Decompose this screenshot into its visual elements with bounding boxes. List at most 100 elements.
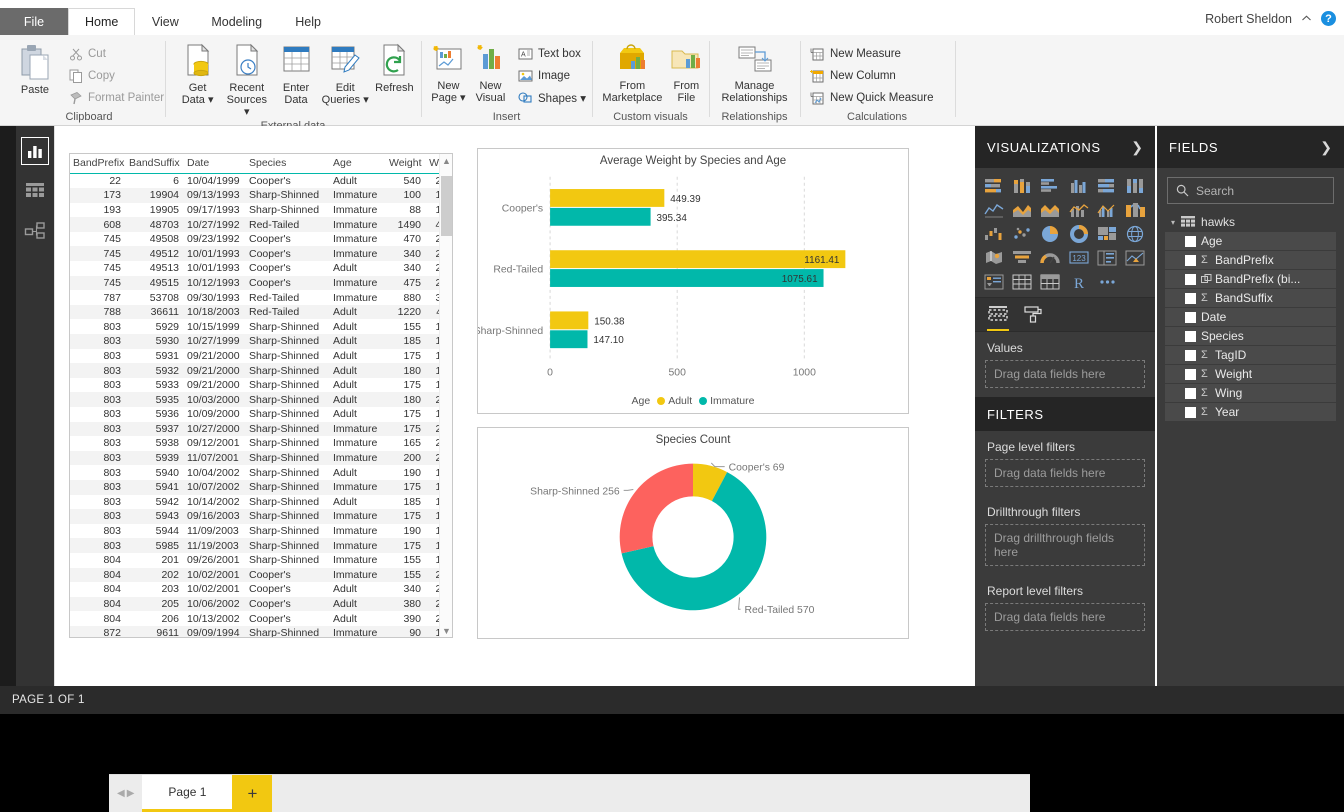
field-checkbox[interactable] — [1185, 312, 1196, 323]
kpi-icon[interactable] — [1123, 247, 1149, 269]
table-col-header[interactable]: Weight — [386, 154, 426, 174]
manage-relationships-button[interactable]: Manage Relationships — [714, 40, 796, 104]
table-row[interactable]: 872961109/09/1994Sharp-ShinnedImmature90… — [70, 626, 453, 638]
scroll-up-arrow[interactable]: ▲ — [440, 154, 453, 167]
new-column-button[interactable]: New Column — [807, 65, 937, 87]
table-col-header[interactable]: BandPrefix — [70, 154, 126, 174]
table-row[interactable]: 7454951210/01/1993Cooper'sImmature340252 — [70, 246, 453, 261]
field-item-year[interactable]: ΣYear — [1165, 403, 1336, 421]
table-row[interactable]: 803594411/09/2003Sharp-ShinnedImmature19… — [70, 524, 453, 539]
help-icon[interactable]: ? — [1321, 11, 1336, 26]
new-quick-measure-button[interactable]: New Quick Measure — [807, 87, 937, 109]
field-checkbox[interactable] — [1185, 350, 1196, 361]
card-icon[interactable]: 123 — [1066, 247, 1092, 269]
table-row[interactable]: 1731990409/13/1993Sharp-ShinnedImmature1… — [70, 188, 453, 203]
chevron-right-icon[interactable]: ❯ — [1320, 139, 1332, 156]
field-item-tagid[interactable]: ΣTagID — [1165, 346, 1336, 364]
table-row[interactable]: 803593010/27/1999Sharp-ShinnedAdult18519… — [70, 334, 453, 349]
new-page-button[interactable]: New Page ▾ — [428, 40, 469, 104]
table-row[interactable]: 80420310/02/2001Cooper'sAdult340230 — [70, 582, 453, 597]
table-row[interactable]: 80420109/26/2001Sharp-ShinnedImmature155… — [70, 553, 453, 568]
field-item-weight[interactable]: ΣWeight — [1165, 365, 1336, 383]
table-row[interactable]: 803594110/07/2002Sharp-ShinnedImmature17… — [70, 480, 453, 495]
new-measure-button[interactable]: New Measure — [807, 43, 937, 65]
pie-chart-icon[interactable] — [1038, 223, 1064, 245]
multi-row-card-icon[interactable] — [1094, 247, 1120, 269]
table-row[interactable]: 803593610/09/2000Sharp-ShinnedAdult17519… — [70, 407, 453, 422]
table-row[interactable]: 7454950809/23/1992Cooper'sImmature470265 — [70, 232, 453, 247]
table-col-header[interactable]: Age — [330, 154, 386, 174]
scrollbar-thumb[interactable] — [441, 176, 452, 236]
legend-item-immature[interactable]: Immature — [699, 395, 754, 407]
table-row[interactable]: 7883661110/18/2003Red-TailedAdult1220411 — [70, 305, 453, 320]
field-item-bandsuffix[interactable]: ΣBandSuffix — [1165, 289, 1336, 307]
data-view-icon[interactable] — [22, 178, 48, 204]
text-box-button[interactable]: A Text box — [515, 43, 589, 65]
donut-chart-icon[interactable] — [1066, 223, 1092, 245]
table-row[interactable]: 803593209/21/2000Sharp-ShinnedAdult18019… — [70, 363, 453, 378]
page-level-filters-dropzone[interactable]: Drag data fields here — [985, 459, 1145, 487]
fields-tab-icon[interactable] — [987, 304, 1009, 331]
field-checkbox[interactable] — [1185, 274, 1196, 285]
get-data-button[interactable]: Get Data ▾ — [174, 40, 221, 106]
field-checkbox[interactable] — [1185, 388, 1196, 399]
table-row[interactable]: 80420510/06/2002Cooper'sAdult380234 — [70, 597, 453, 612]
ribbon-tab-home[interactable]: Home — [68, 8, 135, 35]
field-checkbox[interactable] — [1185, 407, 1196, 418]
triangle-down-icon[interactable]: ▾ — [1171, 218, 1175, 227]
model-view-icon[interactable] — [22, 218, 48, 244]
stacked-bar-chart-icon[interactable] — [981, 175, 1007, 197]
search-input[interactable]: Search — [1167, 177, 1334, 204]
values-dropzone[interactable]: Drag data fields here — [985, 360, 1145, 388]
map-icon[interactable] — [1123, 223, 1149, 245]
refresh-button[interactable]: Refresh — [371, 40, 418, 94]
recent-sources-button[interactable]: Recent Sources ▾ — [223, 40, 270, 118]
stacked-area-chart-icon[interactable] — [1038, 199, 1064, 221]
funnel-icon[interactable] — [1009, 247, 1035, 269]
field-item-bandprefix-bi[interactable]: BandPrefix (bi... — [1165, 270, 1336, 288]
table-row[interactable]: 803594210/14/2002Sharp-ShinnedAdult18519… — [70, 495, 453, 510]
report-view-icon[interactable] — [22, 138, 48, 164]
cut-button[interactable]: Cut — [66, 43, 167, 65]
field-checkbox[interactable] — [1185, 293, 1196, 304]
table-row[interactable]: 803598511/19/2003Sharp-ShinnedImmature17… — [70, 538, 453, 553]
page-tab-page-1[interactable]: Page 1 — [142, 775, 232, 812]
report-canvas[interactable]: BandPrefixBandSuffixDateSpeciesAgeWeight… — [55, 126, 976, 648]
ribbon-tab-file[interactable]: File — [0, 8, 68, 35]
line-and-clustered-column-icon[interactable] — [1094, 199, 1120, 221]
area-chart-icon[interactable] — [1009, 199, 1035, 221]
table-col-header[interactable]: Date — [184, 154, 246, 174]
next-page-icon[interactable]: ▶ — [127, 788, 135, 799]
donut-chart-visual[interactable]: Species Count Cooper's 69Red-Tailed 570S… — [477, 427, 909, 639]
table-row[interactable]: 803593109/21/2000Sharp-ShinnedAdult17518… — [70, 349, 453, 364]
bar-chart-visual[interactable]: Average Weight by Species and Age 050010… — [477, 148, 909, 414]
table-vertical-scrollbar[interactable]: ▲ ▼ — [439, 154, 452, 637]
table-visual[interactable]: BandPrefixBandSuffixDateSpeciesAgeWeight… — [69, 153, 453, 638]
field-item-date[interactable]: Date — [1165, 308, 1336, 326]
image-button[interactable]: Image — [515, 65, 589, 87]
table-row[interactable]: 803592910/15/1999Sharp-ShinnedAdult15519… — [70, 319, 453, 334]
table-col-header[interactable]: BandSuffix — [126, 154, 184, 174]
ribbon-tab-view[interactable]: View — [135, 8, 195, 35]
scroll-down-arrow[interactable]: ▼ — [440, 624, 453, 637]
waterfall-chart-icon[interactable] — [981, 223, 1007, 245]
enter-data-button[interactable]: Enter Data — [272, 40, 319, 106]
more-visuals-icon[interactable] — [1094, 271, 1120, 293]
matrix-icon[interactable] — [1038, 271, 1064, 293]
from-marketplace-button[interactable]: From Marketplace — [602, 40, 663, 104]
prev-page-icon[interactable]: ◀ — [117, 788, 125, 799]
table-row[interactable]: 7454951310/01/1993Cooper'sAdult340240 — [70, 261, 453, 276]
slicer-icon[interactable] — [981, 271, 1007, 293]
table-row[interactable]: 7875370809/30/1993Red-TailedImmature8803… — [70, 290, 453, 305]
add-page-button[interactable]: + — [232, 775, 272, 812]
clustered-bar-chart-icon[interactable] — [1038, 175, 1064, 197]
table-row[interactable]: 1931990509/17/1993Sharp-ShinnedImmature8… — [70, 203, 453, 218]
treemap-icon[interactable] — [1094, 223, 1120, 245]
table-row[interactable]: 80420610/13/2002Cooper'sAdult390223 — [70, 611, 453, 626]
table-row[interactable]: 6084870310/27/1992Red-TailedImmature1490… — [70, 217, 453, 232]
table-row[interactable]: 803593809/12/2001Sharp-ShinnedImmature16… — [70, 436, 453, 451]
ribbon-tab-help[interactable]: Help — [278, 8, 338, 35]
format-paint-roller-icon[interactable] — [1021, 304, 1043, 331]
chevron-up-icon[interactable] — [1301, 13, 1312, 24]
table-row[interactable]: 803594010/04/2002Sharp-ShinnedAdult19019… — [70, 465, 453, 480]
